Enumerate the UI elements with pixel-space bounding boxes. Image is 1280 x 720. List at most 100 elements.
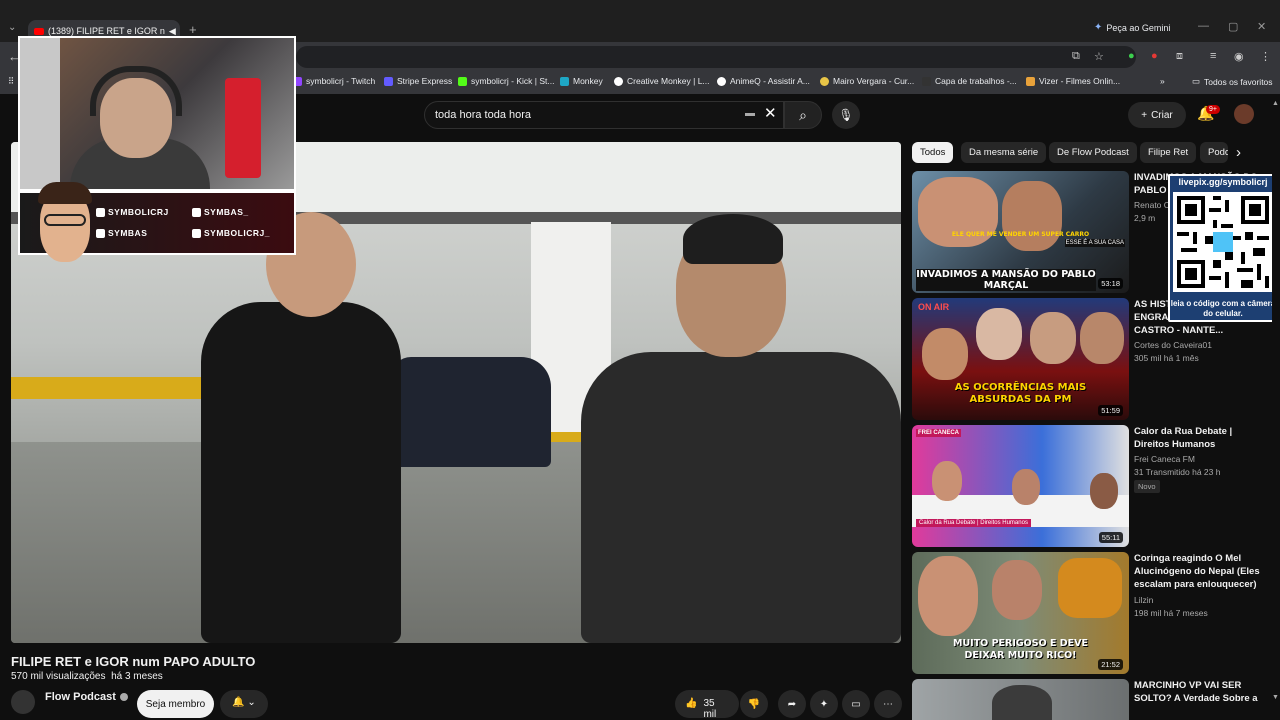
bookmark-item[interactable]: Stripe Express — [384, 76, 452, 86]
search-icon: ⌕ — [799, 106, 807, 123]
save-icon: ▭ — [851, 698, 861, 710]
chip-filipe-ret[interactable]: Filipe Ret — [1140, 142, 1197, 163]
rec-thumbnail[interactable]: ON AIR AS OCORRÊNCIAS MAIS ABSURDAS DA P… — [912, 298, 1129, 420]
keyboard-icon[interactable]: ▬ — [745, 108, 755, 119]
tab-search-icon[interactable]: ⌄ — [8, 22, 16, 33]
bookmark-item[interactable]: symbolicrj - Kick | St... — [458, 76, 554, 86]
search-query: toda hora toda hora — [435, 109, 532, 121]
video-car — [391, 357, 551, 467]
bookmark-item[interactable]: Creative Monkey | L... — [614, 76, 710, 86]
rec-title[interactable]: Calor da Rua Debate | Direitos Humanos — [1134, 425, 1264, 451]
rec-thumbnail[interactable]: MUITO PERIGOSO E DEVE DEIXAR MUITO RICO!… — [912, 552, 1129, 674]
all-favorites-folder[interactable]: ▭ Todos os favoritos — [1192, 76, 1273, 87]
extension-red-icon[interactable]: ● — [1151, 50, 1158, 62]
new-tab-icon[interactable]: + — [189, 22, 197, 37]
rec-channel[interactable]: Lilzin — [1134, 595, 1153, 605]
rec-channel[interactable]: Frei Caneca FM — [1134, 454, 1195, 464]
bookmark-favicon — [922, 76, 931, 86]
profile-icon[interactable]: ◉ — [1234, 50, 1244, 63]
rec-thumbnail[interactable] — [912, 679, 1129, 720]
gemini-button[interactable]: ✦ Peça ao Gemini — [1094, 22, 1170, 33]
bookmark-favicon — [1026, 76, 1035, 86]
rec-title[interactable]: Coringa reagindo O Mel Alucinógeno do Ne… — [1134, 552, 1264, 591]
create-label: Criar — [1151, 109, 1173, 121]
video-duration: 21:52 — [1098, 659, 1123, 670]
create-button[interactable]: + Criar — [1128, 102, 1186, 128]
join-membership-button[interactable]: Seja membro — [137, 690, 214, 718]
thumb-person — [992, 685, 1052, 720]
chip-podcasts[interactable]: Podcasts — [1200, 142, 1228, 163]
account-avatar[interactable] — [1234, 104, 1254, 124]
thumb-person — [1090, 473, 1118, 509]
social-youtube: SYMBAS — [96, 228, 147, 238]
chips-next-icon[interactable]: › — [1236, 144, 1241, 161]
more-actions-button[interactable]: ⋯ — [874, 690, 902, 718]
new-badge: Novo — [1134, 480, 1160, 493]
bookmark-item[interactable]: Vizer - Filmes Onlin... — [1026, 76, 1120, 86]
search-button[interactable]: ⌕ — [784, 101, 822, 129]
sparkle-icon: ✦ — [819, 698, 829, 710]
chip-same-series[interactable]: Da mesma série — [961, 142, 1047, 163]
bookmark-item[interactable]: AnimeQ - Assistir A... — [717, 76, 810, 86]
thumb-honeycomb — [1058, 558, 1122, 618]
maximize-icon[interactable]: ▢ — [1228, 20, 1238, 33]
bookmark-favicon — [717, 76, 726, 86]
instagram-icon — [192, 228, 201, 238]
thumb-person — [1012, 469, 1040, 505]
bookmark-item[interactable]: Monkey — [560, 76, 603, 86]
more-icon: ⋯ — [883, 698, 893, 710]
bookmark-star-icon[interactable]: ☆ — [1094, 50, 1104, 63]
bookmark-item[interactable]: Capa de trabalhos -... — [922, 76, 1017, 86]
extensions-puzzle-icon[interactable]: ⧈ — [1176, 50, 1183, 63]
twitch-icon — [96, 207, 105, 217]
page-scrollbar[interactable] — [1272, 96, 1280, 720]
rec-thumbnail[interactable]: FREI CANECA Calor da Rua Debate | Direit… — [912, 425, 1129, 547]
speaker-icon[interactable]: ◀ — [169, 26, 176, 37]
address-bar[interactable] — [296, 46, 1136, 68]
thumb-headline: INVADIMOS A MANSÃO DO PABLO MARÇAL — [916, 269, 1096, 291]
search-input[interactable]: toda hora toda hora — [424, 101, 784, 129]
like-count: 35 mil — [703, 698, 717, 720]
rec-channel[interactable]: Renato C — [1134, 200, 1170, 210]
social-twitch: SYMBOLICRJ — [96, 207, 169, 217]
dislike-button[interactable]: 👎 — [740, 690, 768, 718]
window-close-icon[interactable]: ✕ — [1257, 20, 1266, 33]
install-app-icon[interactable]: ⧉ — [1072, 50, 1080, 63]
share-button[interactable]: ➦ — [778, 690, 806, 718]
clear-search-icon[interactable]: ✕ — [764, 104, 777, 122]
cartoon-hair — [38, 182, 92, 204]
rec-meta: 305 mil há 1 mês — [1134, 353, 1199, 363]
rec-title[interactable]: MARCINHO VP VAI SER SOLTO? A Verdade Sob… — [1134, 679, 1264, 705]
clip-button[interactable]: ✦ — [810, 690, 838, 718]
media-controls-icon[interactable]: ≡ — [1210, 50, 1216, 62]
voice-search-button[interactable]: 🎙 — [832, 101, 860, 129]
bookmark-favicon — [458, 76, 467, 86]
thumb-headline: AS OCORRÊNCIAS MAIS ABSURDAS DA PM — [954, 382, 1087, 405]
thumb-person — [932, 461, 962, 501]
rec-channel[interactable]: Cortes do Caveira01 — [1134, 340, 1212, 350]
apps-grid-icon[interactable]: ⠿ — [8, 76, 14, 87]
scroll-up-icon[interactable]: ▲ — [1272, 100, 1279, 107]
bookmark-item[interactable]: symbolicrj - Twitch — [293, 76, 375, 86]
cam-red-light — [225, 78, 261, 178]
subscription-bell-button[interactable]: 🔔 ⌄ — [220, 690, 268, 718]
like-button[interactable]: 👍 35 mil — [675, 690, 739, 720]
thumb-subtext: ELE QUER ME VENDER UM SUPER CARRO — [951, 231, 1090, 238]
menu-kebab-icon[interactable]: ⋮ — [1260, 50, 1271, 63]
rec-thumbnail[interactable]: ELE QUER ME VENDER UM SUPER CARRO ESSE É… — [912, 171, 1129, 293]
channel-name-link[interactable]: Flow Podcast — [45, 691, 128, 703]
scroll-down-icon[interactable]: ▼ — [1272, 694, 1279, 701]
youtube-favicon-icon — [34, 27, 44, 35]
bookmark-item[interactable]: Mairo Vergara - Cur... — [820, 76, 914, 86]
thumb-lower-third: Calor da Rua Debate | Direitos Humanos — [916, 519, 1031, 527]
view-count: 570 mil visualizações — [11, 671, 106, 682]
channel-avatar[interactable] — [11, 690, 35, 714]
gemini-icon: ✦ — [1094, 22, 1103, 33]
more-bookmarks-icon[interactable]: » — [1160, 76, 1165, 86]
extension-green-icon[interactable]: ● — [1128, 50, 1135, 62]
bookmark-favicon — [820, 76, 829, 86]
chip-flow-podcast[interactable]: De Flow Podcast — [1049, 142, 1137, 163]
save-button[interactable]: ▭ — [842, 690, 870, 718]
chip-all[interactable]: Todos — [912, 142, 954, 163]
minimize-icon[interactable]: — — [1198, 20, 1209, 32]
